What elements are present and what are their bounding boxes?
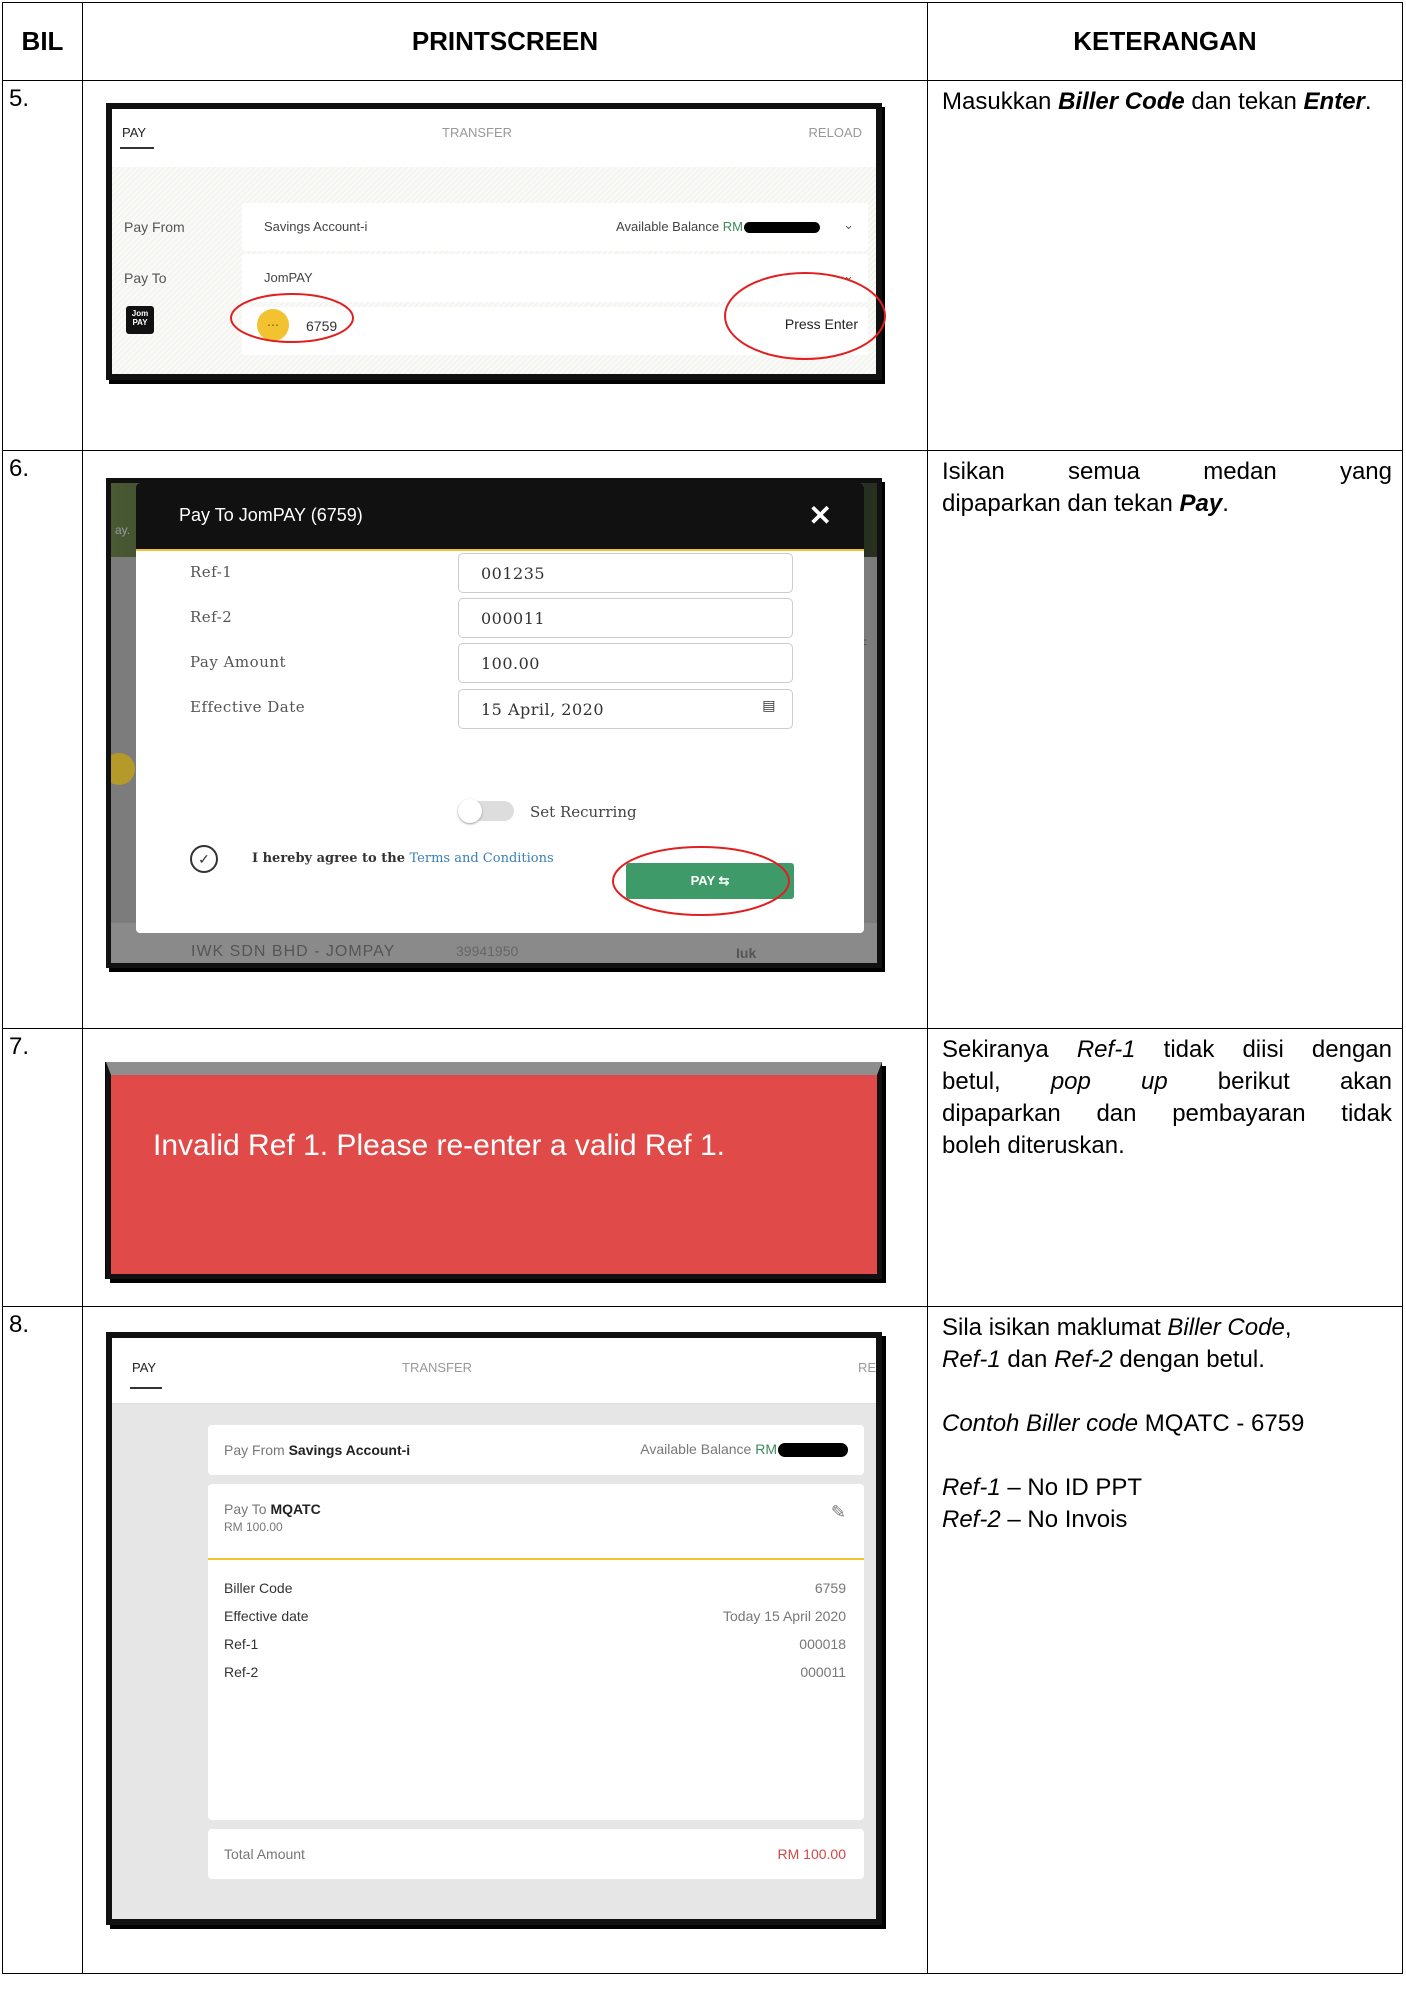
screenshot-cell: PAY TRANSFER RELOAD Pay From Savings Acc… <box>82 80 928 451</box>
detail-label: Effective date <box>224 1608 309 1624</box>
row-number: 6. <box>2 450 83 1029</box>
redacted-balance <box>778 1443 848 1458</box>
row-number: 5. <box>2 80 83 451</box>
payment-summary-screen: PAY TRANSFER RE Pay From Savings Account… <box>106 1332 882 1925</box>
description-cell: Sila isikan maklumat Biller Code, Ref-1 … <box>927 1306 1403 1974</box>
description-line: Ref-1 dan Ref-2 dengan betul. <box>942 1346 1265 1373</box>
detail-value: 000011 <box>800 1664 846 1680</box>
description-cell: Sekiranya Ref-1 tidak diisi dengan betul… <box>927 1028 1403 1307</box>
header-printscreen: PRINTSCREEN <box>82 2 928 81</box>
detail-label: Biller Code <box>224 1580 293 1596</box>
instruction-table: BIL PRINTSCREEN KETERANGAN 5. PAY TRANSF… <box>2 2 1403 1974</box>
detail-value: 000018 <box>799 1636 846 1652</box>
highlight-circle <box>612 846 790 916</box>
tab-bar: PAY TRANSFER RE <box>112 1338 876 1404</box>
edit-icon[interactable]: ✎ <box>831 1502 846 1523</box>
total-label: Total Amount <box>224 1846 305 1862</box>
pay-from-card: Pay From Savings Account-i Available Bal… <box>208 1425 864 1475</box>
tab-transfer[interactable]: TRANSFER <box>402 1360 472 1375</box>
description-line: betul, pop up berikut akan <box>942 1068 1392 1095</box>
description-line: Contoh Biller code MQATC - 6759 <box>942 1410 1305 1437</box>
divider <box>208 1558 864 1560</box>
description-line: Ref-1 – No ID PPT <box>942 1474 1143 1501</box>
jompay-modal-screen: ay. e F IWK SDN BHD - JOMPAY 39941950 Iu… <box>106 478 882 968</box>
description-cell: Masukkan Biller Code dan tekan Enter. <box>927 80 1403 451</box>
header-keterangan: KETERANGAN <box>927 2 1403 81</box>
highlight-circles <box>230 272 886 360</box>
background-biller-name: IWK SDN BHD - JOMPAY <box>191 943 396 960</box>
total-value: RM 100.00 <box>777 1846 846 1862</box>
row-number: 8. <box>2 1306 83 1974</box>
pay-to-amount: RM 100.00 <box>224 1520 283 1534</box>
description-line: Isikan semua medan yang <box>942 458 1392 485</box>
background-text: ay. <box>115 523 131 537</box>
tab-indicator <box>130 1387 162 1389</box>
header-bil: BIL <box>2 2 83 81</box>
description-text: Masukkan Biller Code dan tekan Enter. <box>942 88 1372 115</box>
detail-value: 6759 <box>814 1580 846 1596</box>
detail-value: Today 15 April 2020 <box>723 1608 846 1624</box>
error-popup: Invalid Ref 1. Please re-enter a valid R… <box>106 1062 882 1279</box>
pay-to-card: Pay To MQATC RM 100.00 ✎ Biller Code 675… <box>208 1484 864 1820</box>
screenshot-cell: PAY TRANSFER RE Pay From Savings Account… <box>82 1306 928 1974</box>
pay-from-text: Pay From Savings Account-i <box>224 1442 411 1458</box>
pay-to-text: Pay To MQATC <box>224 1501 321 1517</box>
total-card: Total Amount RM 100.00 <box>208 1829 864 1879</box>
pay-screen: PAY TRANSFER RELOAD Pay From Savings Acc… <box>106 103 886 380</box>
available-balance: Available Balance RM <box>640 1441 848 1458</box>
description-line: Ref-2 – No Invois <box>942 1506 1128 1533</box>
detail-label: Ref-1 <box>224 1636 259 1652</box>
description-line: Sila isikan maklumat Biller Code, <box>942 1314 1292 1341</box>
background-text: Iuk <box>736 945 757 961</box>
description-line: Sekiranya Ref-1 tidak diisi dengan <box>942 1036 1392 1063</box>
pay-modal: Pay To JomPAY (6759) ✕ Ref-1 001235 Ref-… <box>136 483 864 933</box>
screenshot-cell: ay. e F IWK SDN BHD - JOMPAY 39941950 Iu… <box>82 450 928 1029</box>
tab-pay[interactable]: PAY <box>132 1360 156 1375</box>
description-line: boleh diteruskan. <box>942 1132 1125 1159</box>
background-biller-number: 39941950 <box>456 943 519 959</box>
description-line: dipaparkan dan tekan Pay. <box>942 490 1229 517</box>
row-number: 7. <box>2 1028 83 1307</box>
detail-label: Ref-2 <box>224 1664 259 1680</box>
error-message: Invalid Ref 1. Please re-enter a valid R… <box>153 1129 725 1162</box>
screenshot-cell: Invalid Ref 1. Please re-enter a valid R… <box>82 1028 928 1307</box>
description-line: dipaparkan dan pembayaran tidak <box>942 1100 1392 1127</box>
tab-reload[interactable]: RE <box>858 1360 876 1375</box>
description-cell: Isikan semua medan yang dipaparkan dan t… <box>927 450 1403 1029</box>
